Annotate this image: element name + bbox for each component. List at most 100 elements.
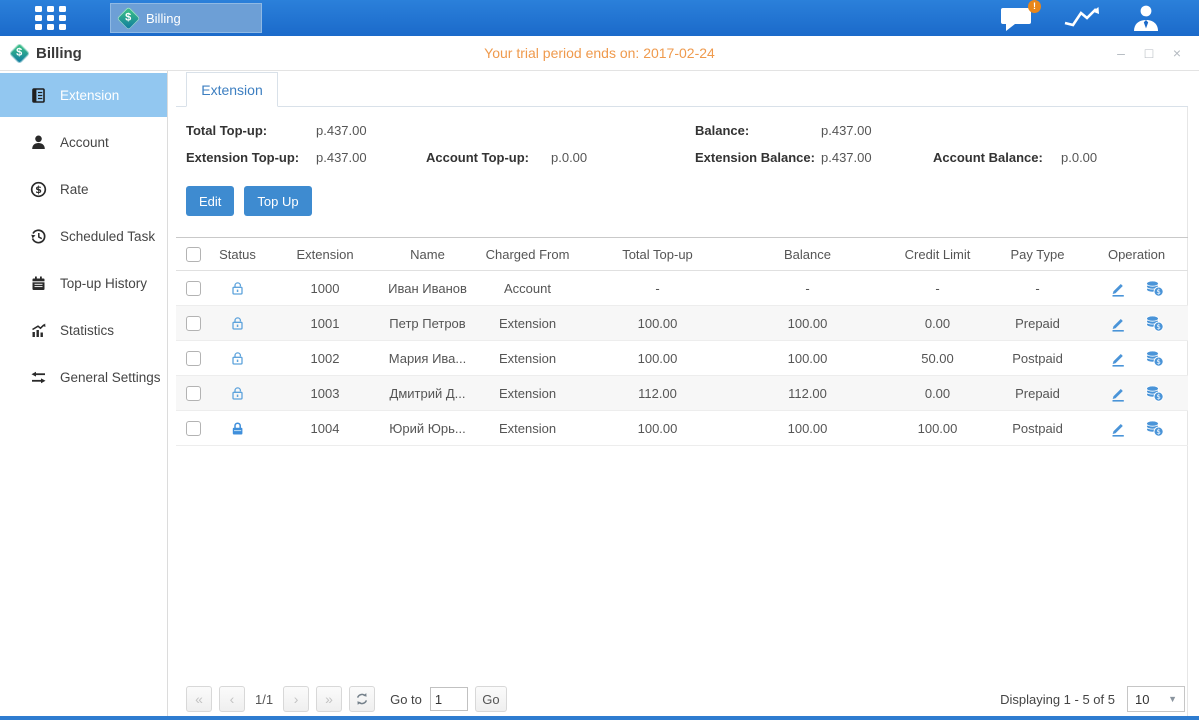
person-icon: [30, 134, 47, 151]
window-title: Billing: [36, 45, 82, 62]
top-up-extension-icon[interactable]: $: [1145, 315, 1164, 332]
notebook-icon: [30, 87, 47, 104]
sidebar-item-label: General Settings: [60, 370, 161, 385]
svg-text:$: $: [1156, 358, 1160, 366]
sidebar-item-label: Scheduled Task: [60, 229, 155, 244]
transfer-arrows-icon: [30, 369, 47, 386]
refresh-button[interactable]: [349, 686, 375, 712]
cell-credit-limit: -: [885, 271, 990, 306]
top-up-extension-icon[interactable]: $: [1145, 350, 1164, 367]
system-topbar: $ Billing !: [0, 0, 1199, 36]
first-page-button[interactable]: «: [186, 686, 212, 712]
cell-charged-from: Extension: [470, 341, 585, 376]
go-button[interactable]: Go: [475, 686, 507, 712]
row-checkbox[interactable]: [186, 386, 201, 401]
sidebar-item-rate[interactable]: $ Rate: [0, 167, 167, 211]
chevron-down-icon: ▼: [1168, 694, 1177, 704]
balance-value: p.437.00: [821, 123, 933, 138]
column-header-charged-from[interactable]: Charged From: [470, 238, 585, 271]
apps-grid-icon[interactable]: [34, 5, 68, 31]
next-page-button[interactable]: ›: [283, 686, 309, 712]
billing-summary: Total Top-up: p.437.00 Balance: p.437.00…: [186, 123, 1187, 165]
edit-extension-icon[interactable]: [1109, 280, 1127, 297]
lock-open-status-icon: [229, 385, 246, 402]
page-indicator: 1/1: [255, 692, 273, 707]
balance-label: Balance:: [695, 123, 821, 138]
column-header-status[interactable]: Status: [210, 238, 265, 271]
taskbar-billing-item[interactable]: $ Billing: [110, 3, 262, 33]
column-header-balance[interactable]: Balance: [730, 238, 885, 271]
table-row[interactable]: 1004 Юрий Юрь... Extension 100.00 100.00…: [176, 411, 1188, 446]
cell-total-topup: 100.00: [585, 341, 730, 376]
sidebar-item-extension[interactable]: Extension: [0, 73, 167, 117]
billing-app-window: $ Billing !: [0, 0, 1199, 720]
tab-strip: Extension: [176, 71, 1188, 107]
sidebar-item-general-settings[interactable]: General Settings: [0, 355, 167, 399]
sidebar-item-account[interactable]: Account: [0, 120, 167, 164]
column-header-pay-type[interactable]: Pay Type: [990, 238, 1085, 271]
edit-extension-icon[interactable]: [1109, 420, 1127, 437]
table-row[interactable]: 1000 Иван Иванов Account - - - -: [176, 271, 1188, 306]
cell-total-topup: 112.00: [585, 376, 730, 411]
cell-balance: 112.00: [730, 376, 885, 411]
account-balance-label: Account Balance:: [933, 150, 1061, 165]
displaying-range-text: Displaying 1 - 5 of 5: [1000, 692, 1115, 707]
statistics-icon: [30, 322, 47, 339]
cell-credit-limit: 0.00: [885, 376, 990, 411]
sidebar-item-scheduled-task[interactable]: Scheduled Task: [0, 214, 167, 258]
cell-charged-from: Extension: [470, 376, 585, 411]
user-account-icon[interactable]: [1129, 4, 1163, 32]
column-header-extension[interactable]: Extension: [265, 238, 385, 271]
page-size-value: 10: [1135, 692, 1149, 707]
top-up-extension-icon[interactable]: $: [1145, 385, 1164, 402]
edit-button[interactable]: Edit: [186, 186, 234, 216]
refresh-icon: [355, 692, 369, 706]
column-header-credit-limit[interactable]: Credit Limit: [885, 238, 990, 271]
top-up-extension-icon[interactable]: $: [1145, 280, 1164, 297]
extensions-table: Status Extension Name Charged From Total…: [176, 237, 1188, 446]
row-checkbox[interactable]: [186, 316, 201, 331]
cell-extension: 1004: [265, 411, 385, 446]
sidebar-item-topup-history[interactable]: Top-up History: [0, 261, 167, 305]
select-all-checkbox[interactable]: [186, 247, 201, 262]
resource-monitor-icon[interactable]: [1063, 5, 1101, 31]
sidebar-item-statistics[interactable]: Statistics: [0, 308, 167, 352]
billing-window-icon: $: [9, 42, 30, 63]
table-row[interactable]: 1002 Мария Ива... Extension 100.00 100.0…: [176, 341, 1188, 376]
table-row[interactable]: 1003 Дмитрий Д... Extension 112.00 112.0…: [176, 376, 1188, 411]
column-header-name[interactable]: Name: [385, 238, 470, 271]
cell-balance: 100.00: [730, 341, 885, 376]
main-content: Extension Total Top-up: p.437.00 Balance…: [168, 71, 1199, 720]
sidebar-item-label: Account: [60, 135, 109, 150]
table-row[interactable]: 1001 Петр Петров Extension 100.00 100.00…: [176, 306, 1188, 341]
top-up-button[interactable]: Top Up: [244, 186, 311, 216]
edit-extension-icon[interactable]: [1109, 350, 1127, 367]
goto-page-input[interactable]: [430, 687, 468, 711]
previous-page-button[interactable]: ‹: [219, 686, 245, 712]
maximize-button[interactable]: □: [1139, 43, 1159, 63]
minimize-button[interactable]: –: [1111, 43, 1131, 63]
page-size-select[interactable]: 10 ▼: [1127, 686, 1185, 712]
cell-credit-limit: 0.00: [885, 306, 990, 341]
last-page-button[interactable]: »: [316, 686, 342, 712]
row-checkbox[interactable]: [186, 351, 201, 366]
svg-text:$: $: [35, 185, 42, 196]
row-checkbox[interactable]: [186, 281, 201, 296]
account-balance-value: p.0.00: [1061, 150, 1187, 165]
cell-balance: -: [730, 271, 885, 306]
cell-extension: 1003: [265, 376, 385, 411]
notification-badge: !: [1028, 0, 1041, 13]
column-header-total-topup[interactable]: Total Top-up: [585, 238, 730, 271]
edit-extension-icon[interactable]: [1109, 315, 1127, 332]
row-checkbox[interactable]: [186, 421, 201, 436]
tab-extension[interactable]: Extension: [186, 72, 278, 107]
edit-extension-icon[interactable]: [1109, 385, 1127, 402]
cell-balance: 100.00: [730, 411, 885, 446]
cell-extension: 1000: [265, 271, 385, 306]
close-button[interactable]: ×: [1167, 43, 1187, 63]
sidebar-item-label: Statistics: [60, 323, 114, 338]
cell-credit-limit: 100.00: [885, 411, 990, 446]
top-up-extension-icon[interactable]: $: [1145, 420, 1164, 437]
notifications-icon[interactable]: !: [1000, 5, 1035, 32]
sidebar-item-label: Rate: [60, 182, 89, 197]
